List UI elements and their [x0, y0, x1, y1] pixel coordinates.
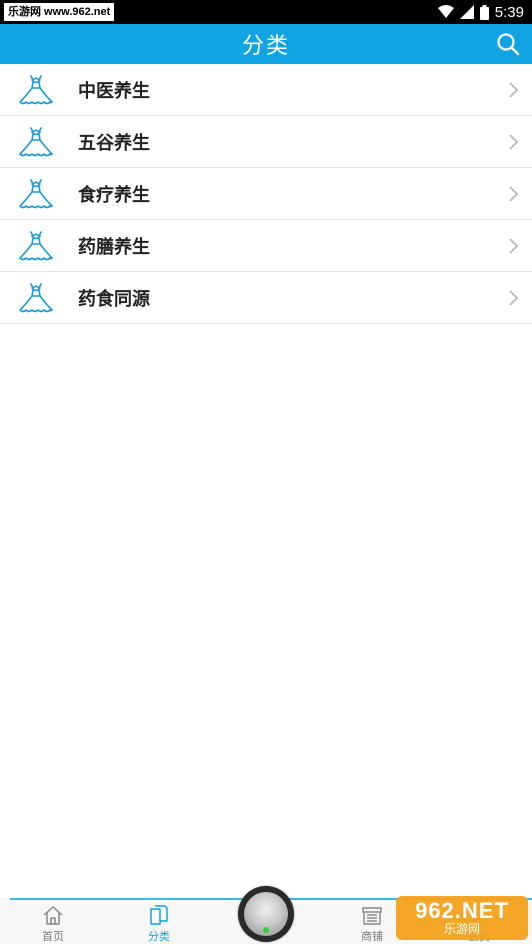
list-item[interactable]: 五谷养生: [0, 116, 532, 168]
status-time: 5:39: [494, 3, 524, 21]
status-bar: 乐游网 www.962.net 5:39: [0, 0, 532, 24]
document-icon: [150, 905, 168, 925]
status-icons: 5:39: [437, 3, 524, 21]
signal-icon: [459, 5, 474, 19]
category-label: 五谷养生: [78, 132, 150, 154]
watermark-top-text: 962.NET: [415, 898, 509, 923]
watermark-logo: 962.NET 乐游网: [396, 896, 528, 940]
chevron-right-icon: [509, 238, 518, 254]
knob-icon: [244, 892, 288, 936]
list-item[interactable]: 食疗养生: [0, 168, 532, 220]
tab-category[interactable]: 分类: [129, 904, 189, 944]
category-label: 药食同源: [78, 288, 150, 310]
dress-icon: [18, 228, 54, 264]
dress-icon: [18, 72, 54, 108]
list-item[interactable]: 药食同源: [0, 272, 532, 324]
wifi-icon: [437, 5, 454, 19]
search-icon: [497, 33, 520, 56]
shop-icon: [362, 907, 382, 925]
category-label: 食疗养生: [78, 184, 150, 206]
dress-icon: [18, 280, 54, 316]
dress-icon: [18, 176, 54, 212]
battery-icon: [479, 4, 489, 20]
status-source-text: 乐游网 www.962.net: [4, 3, 115, 21]
category-label: 中医养生: [78, 80, 150, 102]
search-button[interactable]: [494, 30, 522, 58]
page-title: 分类: [241, 34, 290, 59]
status-dot: [263, 927, 269, 933]
home-icon: [43, 906, 63, 925]
chevron-right-icon: [509, 134, 518, 150]
tab-home[interactable]: 首页: [23, 904, 83, 944]
watermark-bottom-text: 乐游网: [443, 922, 480, 936]
list-item[interactable]: 药膳养生: [0, 220, 532, 272]
chevron-right-icon: [509, 290, 518, 306]
tab-category-label: 分类: [148, 930, 170, 943]
center-action-button[interactable]: [238, 886, 294, 942]
chevron-right-icon: [509, 82, 518, 98]
list-item[interactable]: 中医养生: [0, 64, 532, 116]
chevron-right-icon: [509, 186, 518, 202]
tab-home-label: 首页: [42, 930, 64, 943]
tab-shop[interactable]: 商铺: [342, 904, 402, 944]
tab-shop-label: 商铺: [361, 930, 383, 943]
category-label: 药膳养生: [78, 236, 150, 258]
app-header: 分类: [0, 24, 532, 64]
category-list: 中医养生 五谷养生 食疗养生 药膳养生 药食同源: [0, 64, 532, 324]
dress-icon: [18, 124, 54, 160]
